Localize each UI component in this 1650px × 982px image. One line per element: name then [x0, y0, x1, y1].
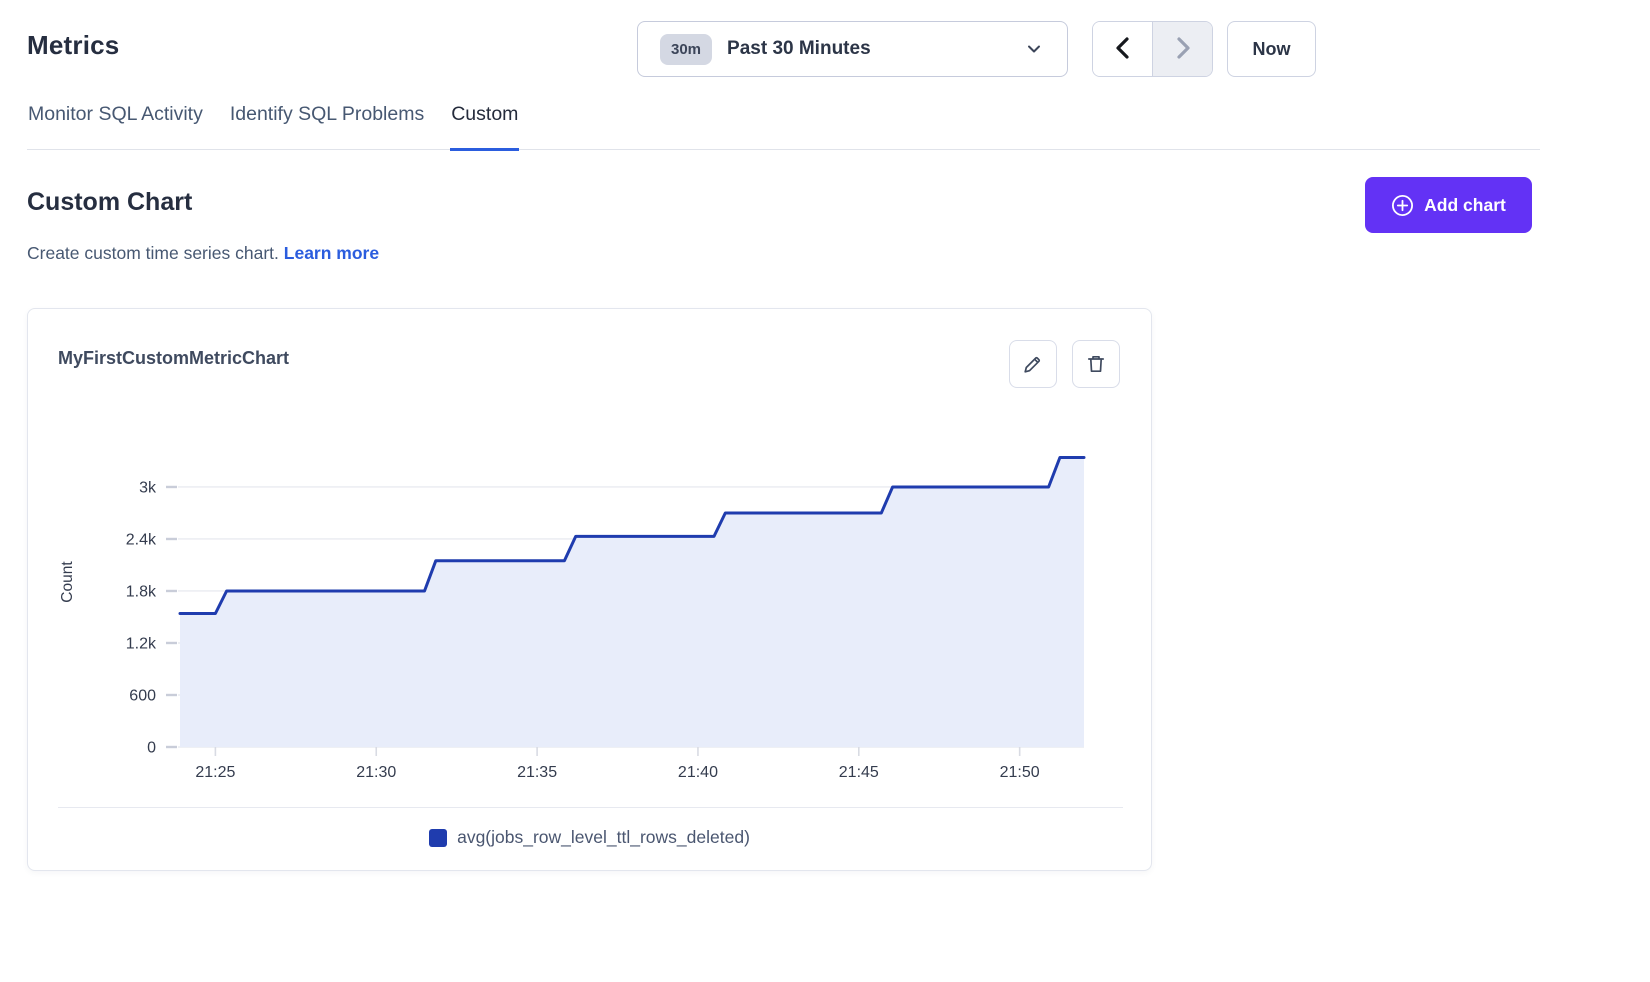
- time-nav-group: [1092, 21, 1213, 77]
- time-range-label: Past 30 Minutes: [727, 38, 871, 60]
- edit-chart-button[interactable]: [1009, 340, 1057, 388]
- svg-text:2.4k: 2.4k: [126, 531, 157, 548]
- time-range-badge: 30m: [660, 34, 712, 65]
- svg-text:0: 0: [147, 740, 156, 757]
- now-button[interactable]: Now: [1227, 21, 1316, 77]
- svg-text:21:40: 21:40: [678, 764, 718, 781]
- svg-text:600: 600: [129, 687, 156, 704]
- chevron-right-icon: [1173, 36, 1193, 63]
- learn-more-link[interactable]: Learn more: [284, 243, 379, 263]
- tab-bar: Monitor SQL Activity Identify SQL Proble…: [27, 101, 1540, 150]
- svg-text:21:35: 21:35: [517, 764, 557, 781]
- svg-text:1.2k: 1.2k: [126, 635, 157, 652]
- svg-text:21:30: 21:30: [356, 764, 396, 781]
- section-subtitle-text: Create custom time series chart.: [27, 243, 279, 263]
- svg-text:21:45: 21:45: [839, 764, 879, 781]
- chevron-down-icon: [1025, 40, 1043, 58]
- tab-monitor-sql-activity[interactable]: Monitor SQL Activity: [27, 101, 204, 151]
- section-subtitle: Create custom time series chart. Learn m…: [27, 243, 379, 264]
- plus-circle-icon: [1391, 194, 1414, 217]
- time-next-button[interactable]: [1152, 22, 1212, 76]
- legend-color-swatch: [429, 829, 447, 847]
- section-title: Custom Chart: [27, 188, 192, 217]
- trash-icon: [1085, 353, 1107, 375]
- custom-chart-card: MyFirstCustomMetricChart 0 600 1.2k 1.8k 2.4…: [27, 308, 1152, 871]
- pencil-icon: [1022, 353, 1044, 375]
- chart-legend: avg(jobs_row_level_ttl_rows_deleted): [28, 827, 1151, 848]
- time-range-selector[interactable]: 30m Past 30 Minutes: [637, 21, 1068, 77]
- svg-text:21:50: 21:50: [1000, 764, 1040, 781]
- add-chart-label: Add chart: [1424, 195, 1506, 216]
- page-title: Metrics: [27, 30, 119, 61]
- tab-identify-sql-problems[interactable]: Identify SQL Problems: [229, 101, 425, 151]
- svg-text:21:25: 21:25: [195, 764, 235, 781]
- time-prev-button[interactable]: [1093, 22, 1152, 76]
- tab-custom[interactable]: Custom: [450, 101, 519, 151]
- svg-text:1.8k: 1.8k: [126, 583, 157, 600]
- card-divider: [58, 807, 1123, 808]
- svg-text:3k: 3k: [139, 479, 157, 496]
- chart-title: MyFirstCustomMetricChart: [58, 348, 289, 369]
- svg-text:Count: Count: [59, 561, 76, 603]
- metrics-page: Metrics 30m Past 30 Minutes Now Monitor …: [0, 0, 1650, 982]
- custom-chart-svg: 0 600 1.2k 1.8k 2.4k 3k 21:25 21:30 21:35 21:40 21…: [58, 427, 1098, 787]
- add-chart-button[interactable]: Add chart: [1365, 177, 1532, 233]
- trash-icon-button[interactable]: [1072, 340, 1120, 388]
- legend-series-label: avg(jobs_row_level_ttl_rows_deleted): [457, 827, 750, 848]
- chevron-left-icon: [1113, 36, 1133, 63]
